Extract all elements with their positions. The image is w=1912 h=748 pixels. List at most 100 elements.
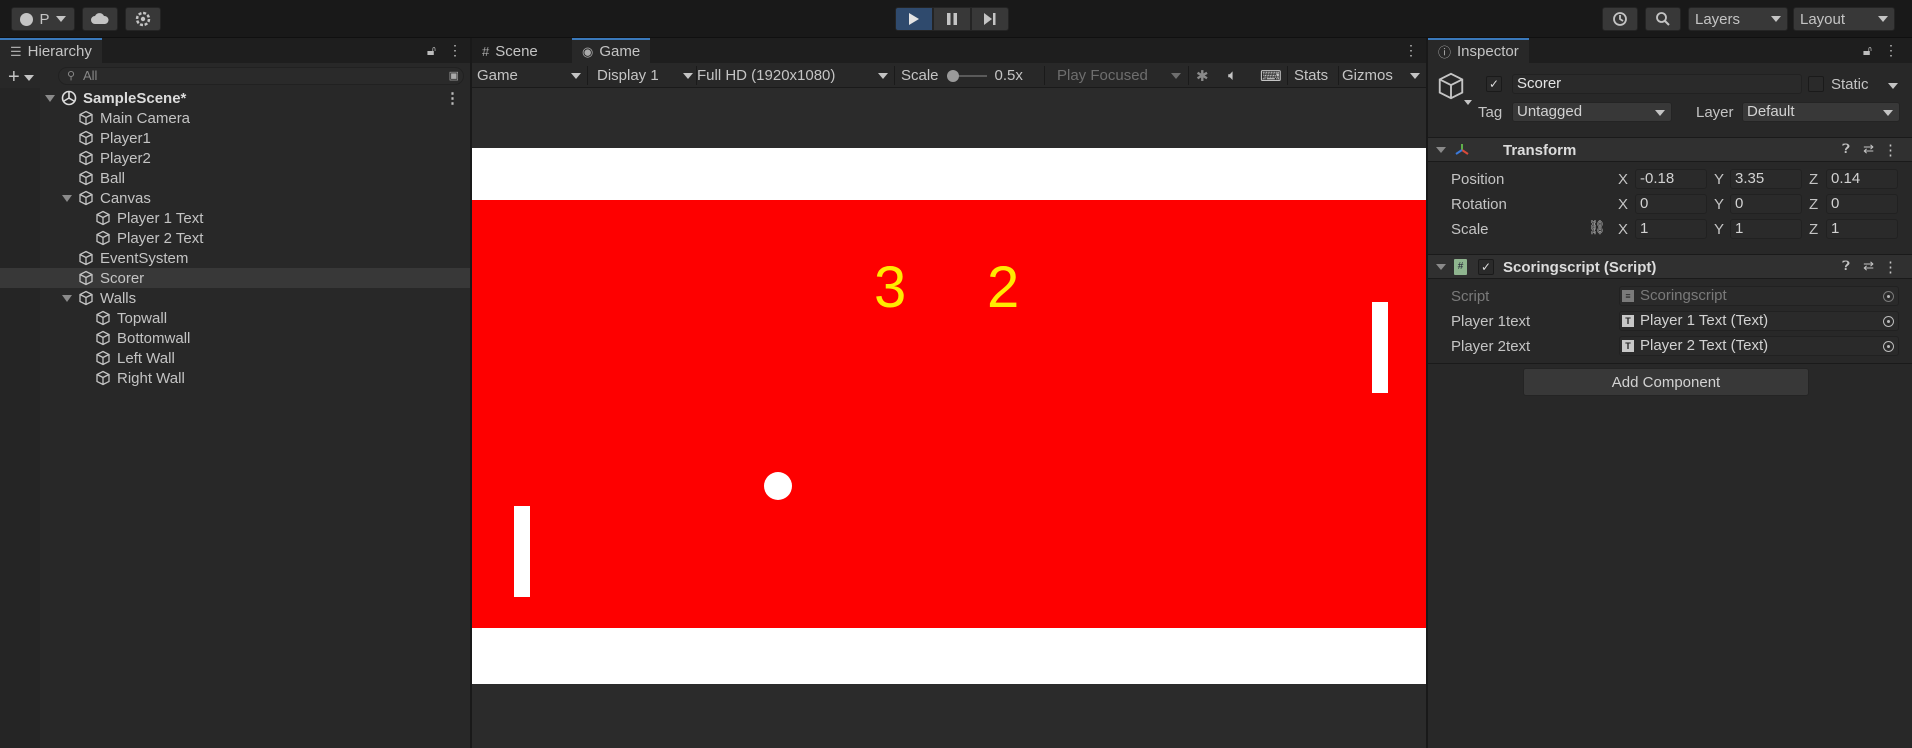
scene-row[interactable]: SampleScene* ⋮ [0,88,470,108]
expand-arrow-icon[interactable] [1436,147,1446,153]
chevron-down-icon[interactable] [1464,100,1472,105]
list-item[interactable]: Right Wall [0,368,470,388]
scale-slider[interactable] [946,69,987,82]
account-label: P [39,10,50,28]
list-item-label: Player2 [100,149,151,167]
bug-toggle[interactable]: ✱ [1196,63,1216,88]
list-item[interactable]: Walls [0,288,470,308]
position-x-input[interactable]: -0.18 [1635,169,1707,189]
link-icon[interactable]: ⛓ [1588,219,1606,236]
hierarchy-search-input[interactable]: ⚲ All ▣ [58,67,464,85]
gameobject-icon [96,230,110,246]
more-menu-icon[interactable]: ⋮ [1884,42,1898,59]
step-button[interactable] [971,7,1009,31]
preset-icon[interactable]: ⇄ [1863,141,1874,157]
script-icon: # [1454,259,1467,275]
player2-paddle [1372,302,1388,393]
tab-hierarchy[interactable]: ☰ Hierarchy [0,38,102,63]
rotation-z-input[interactable]: 0 [1826,194,1898,214]
add-component-button[interactable]: Add Component [1523,368,1809,396]
expand-arrow-icon[interactable] [62,194,72,202]
lock-icon[interactable]: 🔓︎ [427,42,436,59]
player1-text-field[interactable]: T Player 1 Text (Text) [1619,311,1899,331]
list-item-label: Left Wall [117,349,175,367]
list-item[interactable]: Ball [0,168,470,188]
lock-icon[interactable]: 🔓︎ [1863,42,1872,59]
list-item[interactable]: Canvas [0,188,470,208]
cloud-button[interactable] [82,7,118,31]
scale-y-input[interactable]: 1 [1730,219,1802,239]
tab-game[interactable]: ◉ Game [572,38,651,63]
resolution-label: Full HD (1920x1080) [697,67,836,84]
help-icon[interactable]: ❓︎ [1842,141,1850,157]
list-item[interactable]: Player1 [0,128,470,148]
search-button[interactable] [1645,7,1681,31]
list-item[interactable]: Topwall [0,308,470,328]
list-item[interactable]: Main Camera [0,108,470,128]
keyboard-toggle[interactable]: ⌨︎ [1260,63,1282,88]
create-button[interactable]: + [8,66,34,89]
stats-button[interactable]: Stats [1294,63,1334,88]
play-button[interactable] [895,7,933,31]
expand-arrow-icon[interactable] [45,94,55,102]
layer-dropdown[interactable]: Default [1742,102,1900,122]
history-button[interactable] [1602,7,1638,31]
expand-arrow-icon[interactable] [62,294,72,302]
settings-button[interactable] [125,7,161,31]
active-checkbox[interactable]: ✓ [1486,76,1502,92]
list-item[interactable]: Player 2 Text [0,228,470,248]
scale-z-input[interactable]: 1 [1826,219,1898,239]
hierarchy-toolbar: + ⚲ All ▣ [0,63,470,88]
display-dropdown[interactable]: Display 1 [597,63,697,88]
object-picker-icon[interactable] [1883,316,1894,327]
resolution-dropdown[interactable]: Full HD (1920x1080) [697,63,892,88]
object-picker-icon[interactable] [1883,341,1894,352]
list-item[interactable]: Player2 [0,148,470,168]
scale-x-input[interactable]: 1 [1635,219,1707,239]
list-item[interactable]: Left Wall [0,348,470,368]
list-item[interactable]: Player 1 Text [0,208,470,228]
player2-text-field[interactable]: T Player 2 Text (Text) [1619,336,1899,356]
script-enabled-checkbox[interactable]: ✓ [1478,259,1494,275]
transform-header[interactable]: Transform ❓︎ ⇄ ⋮ [1428,137,1912,162]
script-component-header[interactable]: # ✓ Scoringscript (Script) ❓︎ ⇄ ⋮ [1428,254,1912,279]
search-options-icon[interactable]: ▣ [449,68,459,84]
position-y-input[interactable]: 3.35 [1730,169,1802,189]
list-item-selected[interactable]: Scorer [0,268,470,288]
static-checkbox[interactable] [1808,76,1824,92]
layers-dropdown[interactable]: Layers [1688,7,1788,31]
more-menu-icon[interactable]: ⋮ [445,89,460,107]
mute-toggle[interactable]: 🔈︎ [1228,63,1248,88]
player1-paddle [514,506,530,597]
object-name-input[interactable]: Scorer [1512,74,1802,94]
tab-scene[interactable]: # Scene [472,38,548,63]
expand-arrow-icon[interactable] [1436,264,1446,270]
game-viewport[interactable]: 3 2 [472,88,1426,748]
more-menu-icon[interactable]: ⋮ [1883,141,1898,159]
rotation-y-input[interactable]: 0 [1730,194,1802,214]
chevron-down-icon[interactable] [1888,83,1898,89]
more-menu-icon[interactable]: ⋮ [1404,42,1418,59]
scale-slider-handle[interactable] [946,69,959,82]
position-z-input[interactable]: 0.14 [1826,169,1898,189]
gameobject-icon [79,130,93,146]
layout-dropdown[interactable]: Layout [1793,7,1895,31]
list-item[interactable]: EventSystem [0,248,470,268]
help-icon[interactable]: ❓︎ [1842,258,1850,274]
gameobject-icon [96,310,110,326]
more-menu-icon[interactable]: ⋮ [448,42,462,59]
rotation-x-input[interactable]: 0 [1635,194,1707,214]
axis-z-label: Z [1809,221,1819,238]
preset-icon[interactable]: ⇄ [1863,258,1874,274]
list-item[interactable]: Bottomwall [0,328,470,348]
pause-button[interactable] [933,7,971,31]
script-file-icon: ≡ [1622,290,1634,302]
more-menu-icon[interactable]: ⋮ [1883,258,1898,276]
gizmos-button[interactable]: Gizmos [1342,63,1422,88]
layer-value: Default [1747,103,1795,120]
game-mode-dropdown[interactable]: Game [477,63,585,88]
play-focused-dropdown[interactable]: Play Focused [1057,63,1185,88]
tab-inspector[interactable]: ⓘ Inspector [1428,38,1529,63]
account-dropdown[interactable]: P [11,7,75,31]
tag-dropdown[interactable]: Untagged [1512,102,1672,122]
